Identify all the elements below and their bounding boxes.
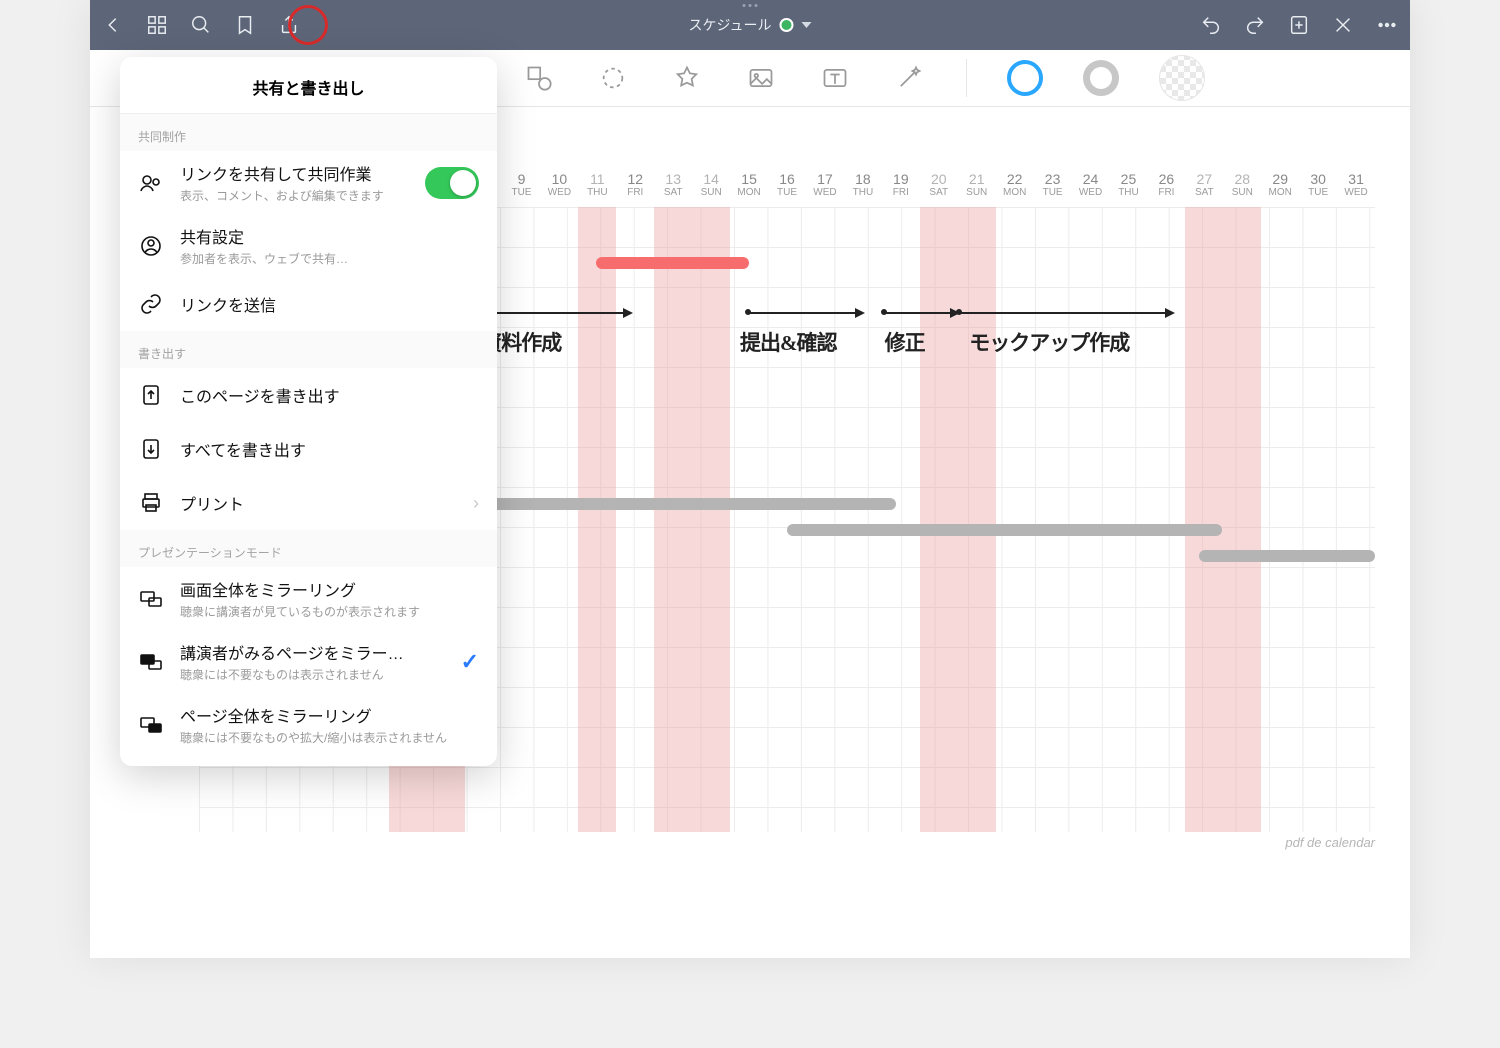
- search-icon[interactable]: [190, 14, 212, 36]
- day-column-header: 29MON: [1261, 172, 1299, 207]
- task-bar: [596, 257, 749, 269]
- export-page-row[interactable]: このページを書き出す: [120, 368, 497, 422]
- day-column-header: 16TUE: [768, 172, 806, 207]
- section-label-collab: 共同制作: [120, 114, 497, 151]
- add-page-icon[interactable]: [1288, 14, 1310, 36]
- chevron-right-icon: ›: [473, 493, 479, 514]
- people-icon: [138, 171, 164, 195]
- section-label-present: プレゼンテーションモード: [120, 530, 497, 567]
- mirror-full-row[interactable]: 画面全体をミラーリング聴衆に講演者が見ているものが表示されます: [120, 567, 497, 630]
- text-tool-icon[interactable]: [818, 61, 852, 95]
- handwriting-note: モックアップ作成: [969, 327, 1129, 357]
- day-column-header: 15MON: [730, 172, 768, 207]
- day-column-header: 10WED: [540, 172, 578, 207]
- send-link-row[interactable]: リンクを送信: [120, 277, 497, 331]
- person-icon: [138, 234, 164, 258]
- chevron-down-icon: [802, 22, 812, 28]
- shapes-tool-icon[interactable]: [522, 61, 556, 95]
- weekend-stripe: [1223, 207, 1261, 832]
- share-icon[interactable]: [278, 14, 300, 36]
- redo-icon[interactable]: [1244, 14, 1266, 36]
- handwriting-note: 提出&確認: [740, 327, 837, 357]
- day-column-header: 18THU: [844, 172, 882, 207]
- image-tool-icon[interactable]: [744, 61, 778, 95]
- lasso-tool-icon[interactable]: [596, 61, 630, 95]
- day-column-header: 23TUE: [1034, 172, 1072, 207]
- sticker-tool-icon[interactable]: [670, 61, 704, 95]
- undo-icon[interactable]: [1200, 14, 1222, 36]
- sync-status-icon: [780, 18, 794, 32]
- task-bar: [461, 498, 896, 510]
- mirror-page-row[interactable]: ページ全体をミラーリング聴衆には不要なものや拡大/縮小は表示されません: [120, 693, 497, 756]
- weekend-stripe: [920, 207, 958, 832]
- displays-icon: [138, 713, 164, 737]
- arrow: [474, 312, 627, 314]
- doc-title[interactable]: スケジュール: [688, 15, 811, 35]
- weekend-stripe: [958, 207, 996, 832]
- day-column-header: 17WED: [806, 172, 844, 207]
- back-icon[interactable]: [102, 14, 124, 36]
- export-all-icon: [138, 437, 164, 461]
- section-label-export: 書き出す: [120, 331, 497, 368]
- doc-title-text: スケジュール: [688, 15, 771, 35]
- weekend-stripe: [692, 207, 730, 832]
- close-icon[interactable]: [1332, 14, 1354, 36]
- task-bar: [787, 524, 1222, 536]
- day-column-header: 25THU: [1110, 172, 1148, 207]
- link-icon: [138, 292, 164, 316]
- color-grey-swatch[interactable]: [1083, 60, 1119, 96]
- day-column-header: 9TUE: [503, 172, 541, 207]
- day-column-header: 30TUE: [1299, 172, 1337, 207]
- mirror-presenter-row[interactable]: 講演者がみるページをミラー…聴衆には不要なものは表示されません ✓: [120, 630, 497, 693]
- handwriting-note: 修正: [885, 327, 925, 357]
- printer-icon: [138, 491, 164, 515]
- arrow: [883, 312, 954, 314]
- displays-icon: [138, 650, 164, 674]
- weekend-stripe: [654, 207, 692, 832]
- day-column-header: 12FRI: [616, 172, 654, 207]
- wand-tool-icon[interactable]: [892, 61, 926, 95]
- share-link-collaborate-row[interactable]: リンクを共有して共同作業表示、コメント、および編集できます: [120, 151, 497, 214]
- grid-icon[interactable]: [146, 14, 168, 36]
- arrow: [958, 312, 1170, 314]
- day-column-header: 21SUN: [958, 172, 996, 207]
- print-row[interactable]: プリント ›: [120, 476, 497, 530]
- share-export-popover: 共有と書き出し 共同制作 リンクを共有して共同作業表示、コメント、および編集でき…: [120, 57, 497, 766]
- day-column-header: 28SUN: [1223, 172, 1261, 207]
- day-column-header: 19FRI: [882, 172, 920, 207]
- day-column-header: 22MON: [996, 172, 1034, 207]
- color-blue-swatch[interactable]: [1007, 60, 1043, 96]
- arrow: [747, 312, 859, 314]
- share-link-toggle[interactable]: [425, 167, 479, 199]
- check-icon: ✓: [461, 649, 479, 675]
- popover-title: 共有と書き出し: [120, 57, 497, 114]
- app-topbar: スケジュール: [90, 0, 1410, 50]
- export-page-icon: [138, 383, 164, 407]
- day-column-header: 14SUN: [692, 172, 730, 207]
- displays-icon: [138, 587, 164, 611]
- day-column-header: 13SAT: [654, 172, 692, 207]
- day-column-header: 24WED: [1072, 172, 1110, 207]
- day-column-header: 26FRI: [1147, 172, 1185, 207]
- share-settings-row[interactable]: 共有設定参加者を表示、ウェブで共有…: [120, 214, 497, 277]
- day-column-header: 11THU: [578, 172, 616, 207]
- weekend-stripe: [578, 207, 616, 832]
- bookmark-icon[interactable]: [234, 14, 256, 36]
- export-all-row[interactable]: すべてを書き出す: [120, 422, 497, 476]
- task-bar: [1199, 550, 1375, 562]
- day-column-header: 20SAT: [920, 172, 958, 207]
- color-transparent-swatch[interactable]: [1159, 55, 1205, 101]
- more-icon[interactable]: [1376, 14, 1398, 36]
- weekend-stripe: [1185, 207, 1223, 832]
- calendar-footer: pdf de calendar: [1285, 835, 1375, 850]
- day-column-header: 31WED: [1337, 172, 1375, 207]
- day-column-header: 27SAT: [1185, 172, 1223, 207]
